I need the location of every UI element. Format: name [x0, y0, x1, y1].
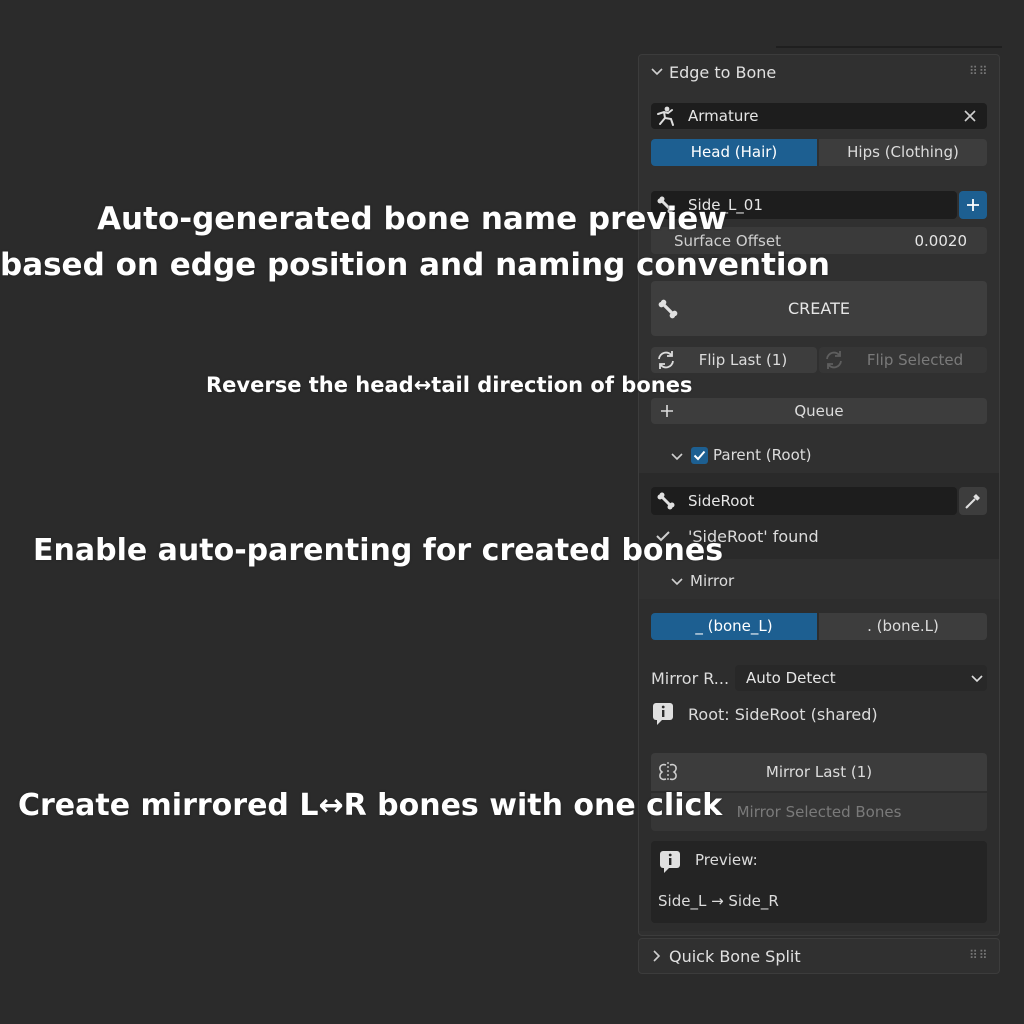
mirror-selected-label: Mirror Selected Bones [736, 803, 902, 821]
convention-underscore[interactable]: _ (bone_L) [651, 613, 817, 640]
preview-box: Preview: Side_L → Side_R [651, 841, 987, 923]
flip-selected-button[interactable]: Flip Selected [819, 347, 987, 373]
checkmark-icon [693, 450, 706, 461]
add-bone-name-button[interactable] [959, 191, 987, 219]
root-bone-field[interactable]: SideRoot [651, 487, 957, 515]
quick-split-title: Quick Bone Split [669, 947, 801, 966]
annotation-bone-name-line2: based on edge position and naming conven… [0, 247, 830, 283]
create-button[interactable]: CREATE [651, 281, 987, 336]
annotation-flip: Reverse the head↔tail direction of bones [206, 373, 693, 397]
parent-label: Parent (Root) [713, 446, 812, 464]
parent-checkbox[interactable] [691, 447, 708, 464]
convention-underscore-label: _ (bone_L) [695, 617, 773, 635]
panel-title: Edge to Bone [669, 63, 777, 82]
tab-hips-clothing-label: Hips (Clothing) [847, 143, 959, 161]
armature-field[interactable]: Armature [651, 103, 987, 129]
mirror-mode-value: Auto Detect [746, 669, 836, 687]
armature-icon [655, 105, 677, 127]
flip-last-button[interactable]: Flip Last (1) [651, 347, 817, 373]
flip-last-label: Flip Last (1) [698, 351, 788, 369]
convention-dot-label: . (bone.L) [867, 617, 939, 635]
chevron-down-icon [671, 452, 683, 462]
armature-name: Armature [688, 107, 759, 125]
mirror-mode-dropdown[interactable]: Auto Detect [735, 665, 987, 691]
plus-icon [660, 404, 674, 418]
mirror-root-info: Root: SideRoot (shared) [688, 705, 878, 724]
annotation-bone-name: Auto-generated bone name preview based o… [0, 196, 830, 288]
chevron-down-icon [671, 577, 683, 587]
queue-button[interactable]: Queue [651, 398, 987, 424]
drag-handle-icon[interactable]: ⠿⠿ [969, 948, 989, 962]
annotation-mirror: Create mirrored L↔R bones with one click [18, 788, 723, 823]
panel-header[interactable]: Edge to Bone ⠿⠿ [639, 55, 999, 89]
tab-head-hair-label: Head (Hair) [690, 143, 778, 161]
root-bone-value: SideRoot [688, 492, 755, 510]
preview-value: Side_L → Side_R [658, 892, 779, 910]
surface-offset-value: 0.0020 [914, 232, 968, 250]
mirror-last-label: Mirror Last (1) [765, 763, 873, 781]
refresh-icon [655, 349, 677, 371]
mirror-subpanel: _ (bone_L) . (bone.L) Mirror R... Auto D… [639, 599, 999, 931]
annotation-bone-name-line1: Auto-generated bone name preview [97, 201, 727, 237]
create-label: CREATE [788, 299, 850, 318]
mirror-last-button[interactable]: Mirror Last (1) [651, 753, 987, 791]
plus-icon [966, 198, 980, 212]
mirror-label: Mirror [690, 572, 735, 590]
eyedropper-button[interactable] [959, 487, 987, 515]
mirror-mode-label: Mirror R... [651, 669, 730, 688]
refresh-icon [823, 349, 845, 371]
tab-hips-clothing[interactable]: Hips (Clothing) [819, 139, 987, 166]
quick-bone-split-panel[interactable]: Quick Bone Split ⠿⠿ [638, 938, 1000, 974]
annotation-parenting: Enable auto-parenting for created bones [33, 533, 724, 568]
chevron-right-icon [652, 950, 662, 962]
viewport-edge [776, 46, 1002, 48]
convention-dot[interactable]: . (bone.L) [819, 613, 987, 640]
info-icon [653, 703, 673, 725]
mirror-header[interactable]: Mirror [639, 567, 999, 597]
mirror-icon [656, 761, 680, 783]
info-icon [660, 851, 680, 873]
bone-icon [657, 298, 679, 320]
queue-label: Queue [794, 402, 844, 420]
eyedropper-icon [964, 492, 982, 510]
preview-label: Preview: [695, 851, 758, 869]
parent-header[interactable]: Parent (Root) [639, 441, 999, 471]
close-icon[interactable] [963, 109, 977, 123]
tab-head-hair[interactable]: Head (Hair) [651, 139, 817, 166]
bone-icon [656, 491, 676, 511]
chevron-down-icon [651, 67, 663, 77]
drag-handle-icon[interactable]: ⠿⠿ [969, 64, 989, 78]
flip-selected-label: Flip Selected [866, 351, 964, 369]
chevron-down-icon [971, 674, 983, 684]
